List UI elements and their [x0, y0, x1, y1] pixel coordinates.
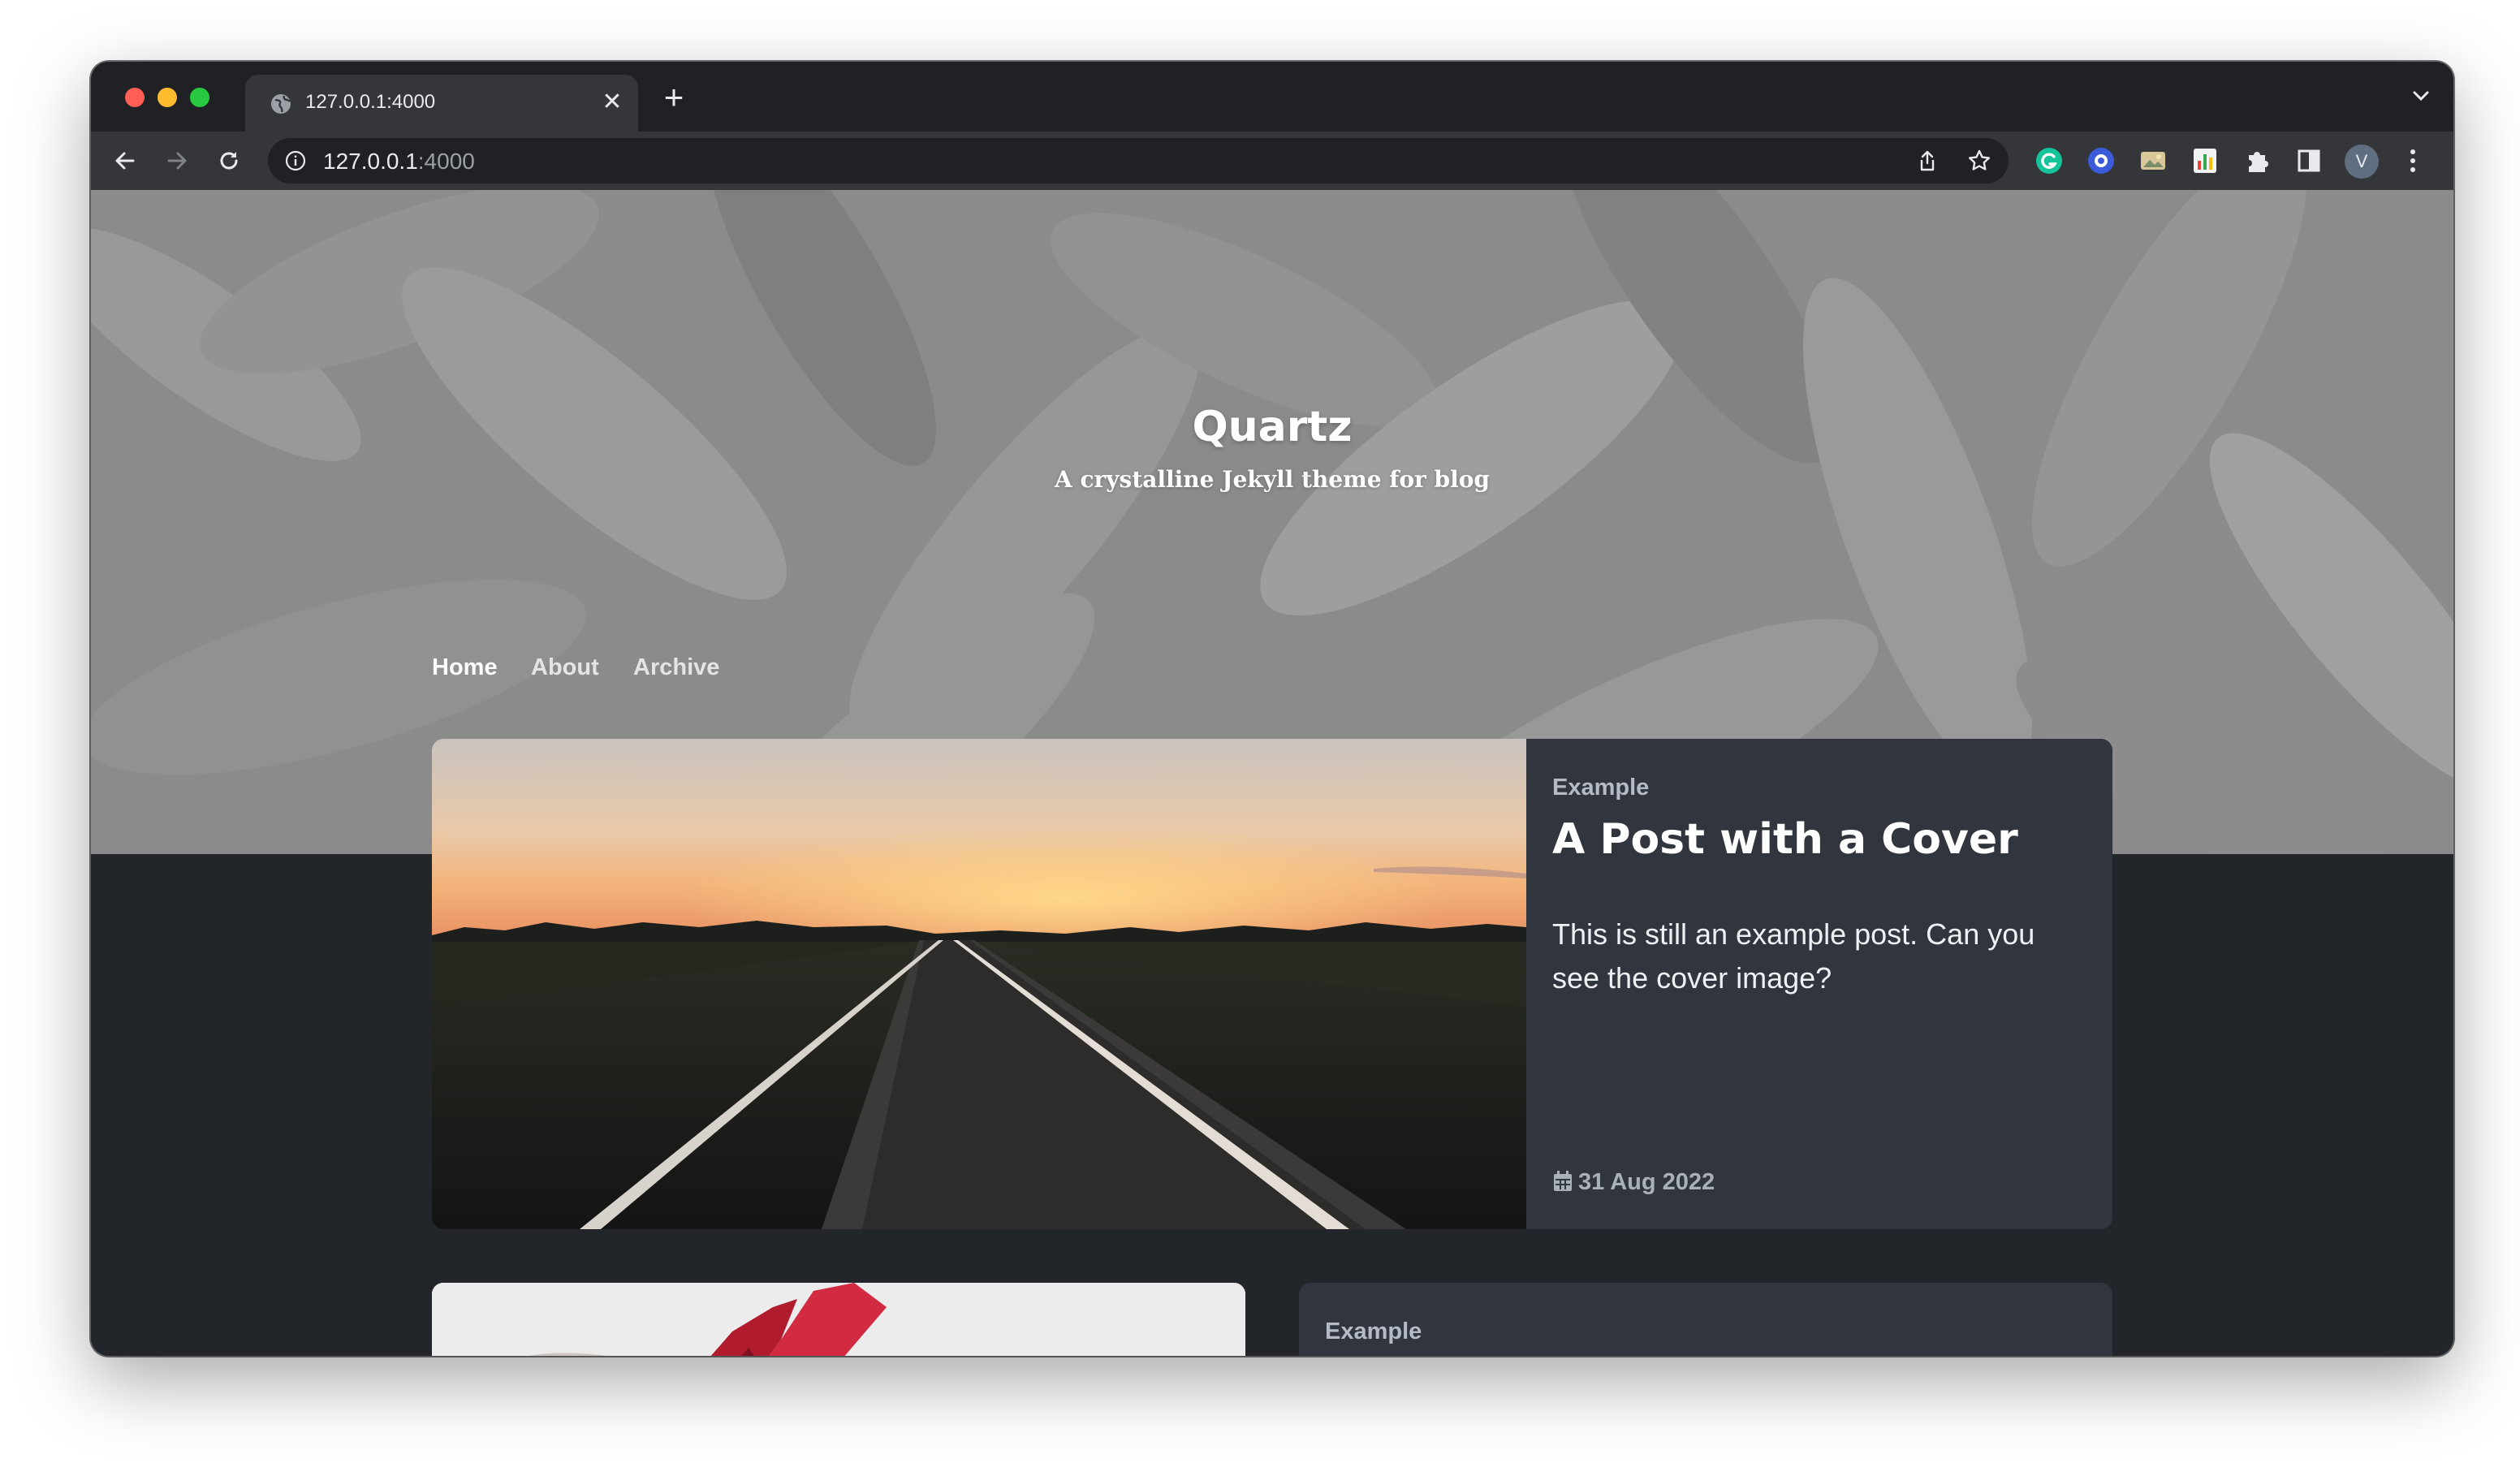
back-arrow-icon[interactable]: [110, 146, 140, 175]
post-date: 31 Aug 2022: [1552, 1169, 1715, 1196]
featured-post-content: Example A Post with a Cover This is stil…: [1526, 739, 2112, 1229]
browser-window: 127.0.0.1:4000 ✕ + 127.0.0.1:4000 V Quar…: [91, 62, 2453, 1356]
reload-icon[interactable]: [214, 146, 244, 175]
kebab-menu-icon[interactable]: [2405, 145, 2421, 177]
tab-strip: 127.0.0.1:4000 ✕ +: [91, 62, 2453, 132]
browser-toolbar: 127.0.0.1:4000 V: [91, 132, 2453, 190]
image-extension-icon[interactable]: [2138, 146, 2168, 175]
post-date-text: 31 Aug 2022: [1578, 1169, 1715, 1195]
grammarly-icon[interactable]: [2035, 146, 2064, 175]
browser-tab[interactable]: 127.0.0.1:4000 ✕: [245, 75, 638, 132]
url-port: :4000: [417, 149, 475, 174]
url-host: 127.0.0.1: [323, 149, 418, 174]
cover-image-railroad[interactable]: [432, 739, 1526, 1229]
url-text[interactable]: 127.0.0.1:4000: [323, 149, 475, 175]
forward-arrow-icon[interactable]: [162, 146, 192, 175]
nav-home[interactable]: Home: [432, 654, 498, 681]
nav-about[interactable]: About: [531, 654, 599, 681]
side-panel-icon[interactable]: [2294, 146, 2324, 175]
share-icon[interactable]: [1914, 148, 1940, 174]
address-bar[interactable]: 127.0.0.1:4000: [268, 138, 2009, 183]
tab-title: 127.0.0.1:4000: [305, 91, 436, 113]
red-crystal-image: [432, 1283, 1245, 1356]
calendar-icon: [1554, 1171, 1572, 1191]
star-icon[interactable]: [1966, 148, 1992, 174]
info-icon[interactable]: [284, 149, 307, 172]
profile-avatar[interactable]: V: [2345, 145, 2379, 179]
nav-archive[interactable]: Archive: [633, 654, 719, 681]
new-tab-button[interactable]: +: [656, 80, 692, 115]
chart-extension-icon[interactable]: [2190, 146, 2220, 175]
post-category[interactable]: Example: [1552, 775, 1649, 801]
featured-post-card[interactable]: Example A Post with a Cover This is stil…: [432, 739, 2112, 1229]
chevron-down-icon[interactable]: [2408, 83, 2434, 109]
post-card[interactable]: Example: [1299, 1283, 2112, 1356]
globe-icon: [271, 94, 291, 114]
post-category[interactable]: Example: [1325, 1318, 1422, 1345]
tab-close-icon[interactable]: ✕: [599, 89, 625, 115]
site-subtitle: A crystalline Jekyll theme for blog: [1055, 466, 1490, 493]
post-excerpt: This is still an example post. Can you s…: [1552, 917, 2035, 995]
post-card-cover-image[interactable]: [432, 1283, 1245, 1356]
site-title[interactable]: Quartz: [91, 403, 2453, 451]
window-maximize-button[interactable]: [190, 88, 209, 107]
web-page: Quartz A crystalline Jekyll theme for bl…: [91, 190, 2453, 1356]
extension-icon[interactable]: [2086, 146, 2116, 175]
window-close-button[interactable]: [125, 88, 145, 107]
puzzle-icon[interactable]: [2242, 146, 2272, 175]
post-title[interactable]: A Post with a Cover: [1552, 815, 2104, 864]
window-minimize-button[interactable]: [158, 88, 177, 107]
